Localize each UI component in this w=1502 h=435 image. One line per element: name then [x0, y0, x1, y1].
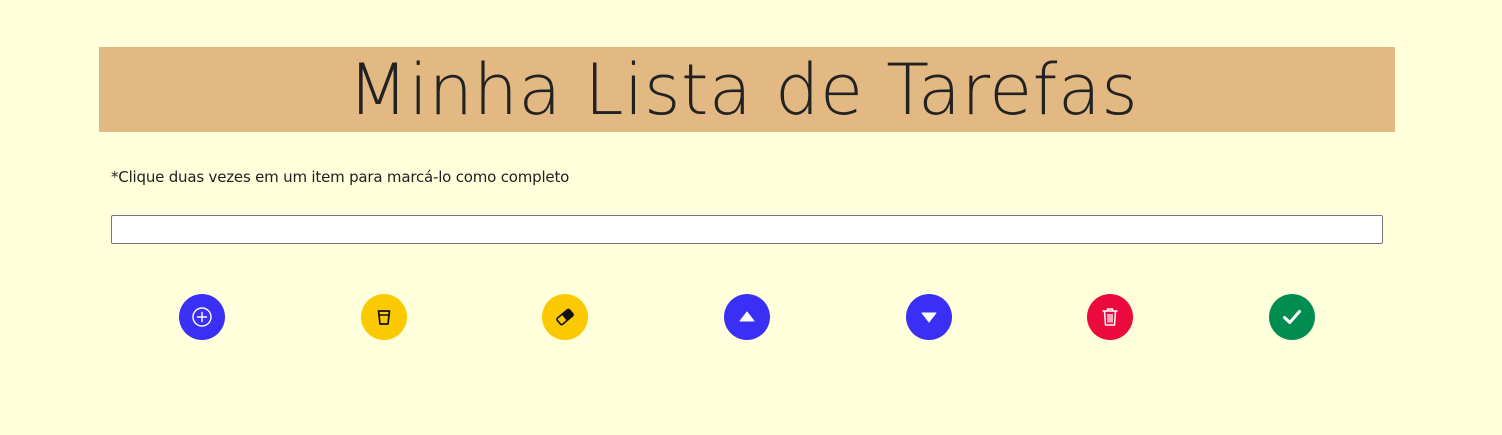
clear-completed-button[interactable] [361, 294, 407, 340]
instruction-text: *Clique duas vezes em um item para marcá… [111, 168, 570, 186]
trash-icon [1100, 306, 1120, 328]
clear-all-button[interactable] [542, 294, 588, 340]
task-input[interactable] [111, 215, 1383, 244]
header-banner: Minha Lista de Tarefas [99, 47, 1395, 132]
check-icon [1281, 306, 1303, 328]
move-up-button[interactable] [724, 294, 770, 340]
save-list-button[interactable] [1269, 294, 1315, 340]
page-title: Minha Lista de Tarefas [347, 48, 1139, 131]
cup-icon [374, 307, 394, 327]
plus-circle-icon [191, 306, 213, 328]
caret-down-icon [920, 308, 938, 326]
delete-selected-button[interactable] [1087, 294, 1133, 340]
caret-up-icon [738, 308, 756, 326]
add-task-button[interactable] [179, 294, 225, 340]
move-down-button[interactable] [906, 294, 952, 340]
eraser-icon [554, 306, 576, 328]
